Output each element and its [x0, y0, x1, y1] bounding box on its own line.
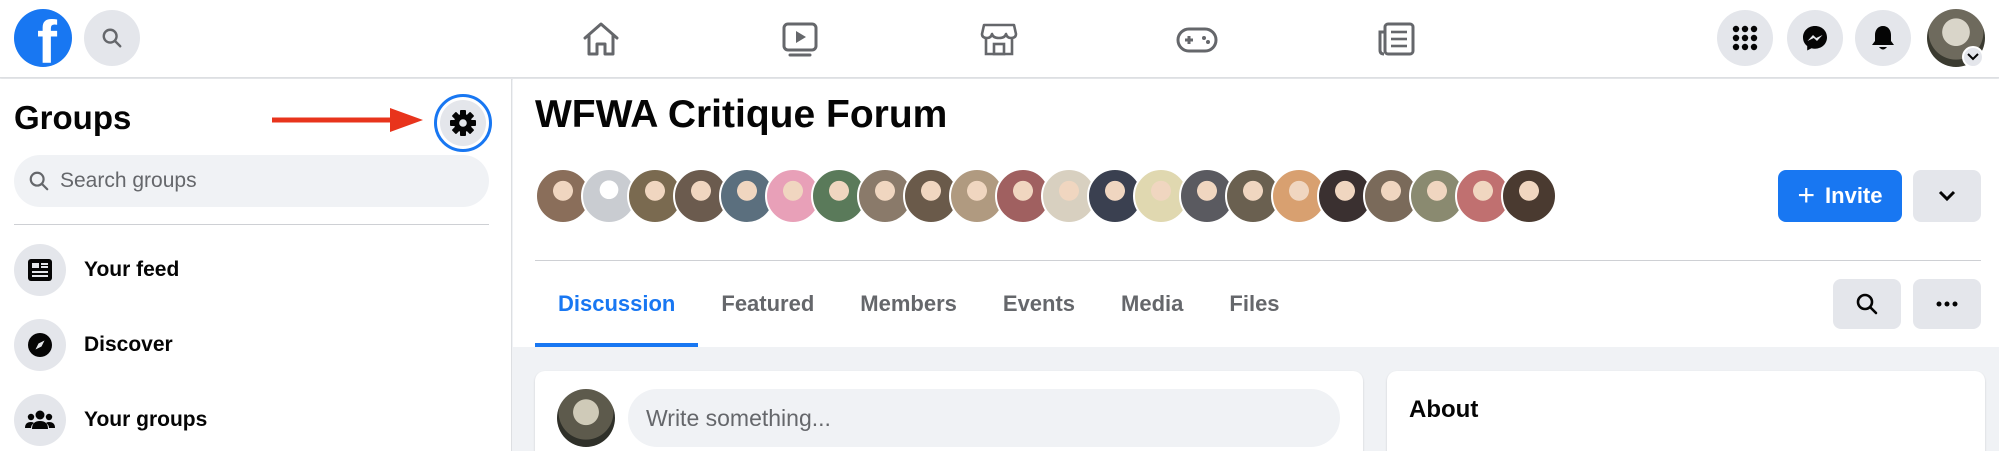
about-card: About [1387, 371, 1985, 451]
sidebar-item-your-groups[interactable]: Your groups [14, 392, 489, 448]
tab-featured[interactable]: Featured [698, 261, 837, 347]
chevron-down-icon [1938, 190, 1956, 202]
marketplace-icon [980, 23, 1018, 56]
sidebar-item-discover[interactable]: Discover [14, 317, 489, 373]
group-header: WFWA Critique Forum + Invite Discussion … [513, 79, 1999, 347]
sidebar-item-label: Your groups [84, 408, 208, 431]
invite-label: Invite [1825, 183, 1883, 208]
nav-news[interactable] [1371, 14, 1421, 64]
news-icon [1378, 22, 1415, 56]
search-icon [1856, 293, 1878, 315]
feed-icon-wrap [14, 244, 66, 296]
sidebar-item-label: Your feed [84, 258, 180, 281]
groups-icon-wrap [14, 394, 66, 446]
notifications-button[interactable] [1855, 10, 1911, 66]
compass-icon-wrap [14, 319, 66, 371]
write-something-input[interactable]: Write something... [628, 389, 1340, 447]
nav-watch[interactable] [775, 14, 825, 64]
group-options-dropdown[interactable] [1913, 170, 1981, 222]
groups-sidebar: Groups Your feed Discover [0, 79, 512, 451]
tab-members[interactable]: Members [837, 261, 980, 347]
menu-button[interactable] [1717, 10, 1773, 66]
about-title: About [1409, 396, 1479, 423]
nav-marketplace[interactable] [974, 14, 1024, 64]
messenger-icon [1803, 26, 1827, 51]
more-options-button[interactable] [1913, 279, 1981, 329]
tab-files[interactable]: Files [1206, 261, 1302, 347]
search-icon [29, 171, 49, 191]
sidebar-divider [14, 224, 489, 225]
facebook-logo[interactable]: f [14, 9, 72, 67]
group-tabs: Discussion Featured Members Events Media… [535, 261, 1303, 347]
feed-icon [28, 259, 52, 281]
messenger-button[interactable] [1787, 10, 1843, 66]
gaming-icon [1176, 27, 1218, 53]
post-composer: Write something... [535, 371, 1363, 451]
watch-icon [782, 22, 818, 57]
member-avatar[interactable] [1501, 168, 1557, 224]
compass-icon [28, 333, 52, 357]
more-dots-icon [1936, 301, 1958, 307]
nav-home[interactable] [576, 14, 626, 64]
tab-media[interactable]: Media [1098, 261, 1206, 347]
search-group-button[interactable] [1833, 279, 1901, 329]
search-icon [102, 28, 122, 48]
invite-button[interactable]: + Invite [1778, 170, 1902, 222]
annotation-arrow-icon [272, 108, 423, 132]
gear-icon [450, 110, 476, 136]
tab-events[interactable]: Events [980, 261, 1098, 347]
chevron-down-icon [1967, 53, 1979, 61]
home-icon [583, 22, 619, 56]
sidebar-title: Groups [14, 99, 132, 136]
group-title[interactable]: WFWA Critique Forum [535, 93, 947, 137]
group-settings-button[interactable] [434, 94, 492, 152]
top-navigation-bar: f [0, 0, 1999, 78]
menu-grid-icon [1732, 25, 1758, 51]
search-button[interactable] [84, 10, 140, 66]
search-groups-input[interactable] [60, 169, 460, 193]
avatar[interactable] [557, 389, 615, 447]
groups-icon [25, 410, 55, 429]
notifications-icon [1872, 26, 1894, 50]
member-avatars[interactable] [535, 168, 1557, 224]
sidebar-item-your-feed[interactable]: Your feed [14, 242, 489, 298]
plus-icon: + [1797, 179, 1816, 212]
account-menu-button[interactable] [1962, 46, 1984, 68]
nav-gaming[interactable] [1172, 14, 1222, 64]
sidebar-item-label: Discover [84, 333, 173, 356]
search-groups-field[interactable] [14, 155, 489, 207]
tab-discussion[interactable]: Discussion [535, 261, 699, 347]
